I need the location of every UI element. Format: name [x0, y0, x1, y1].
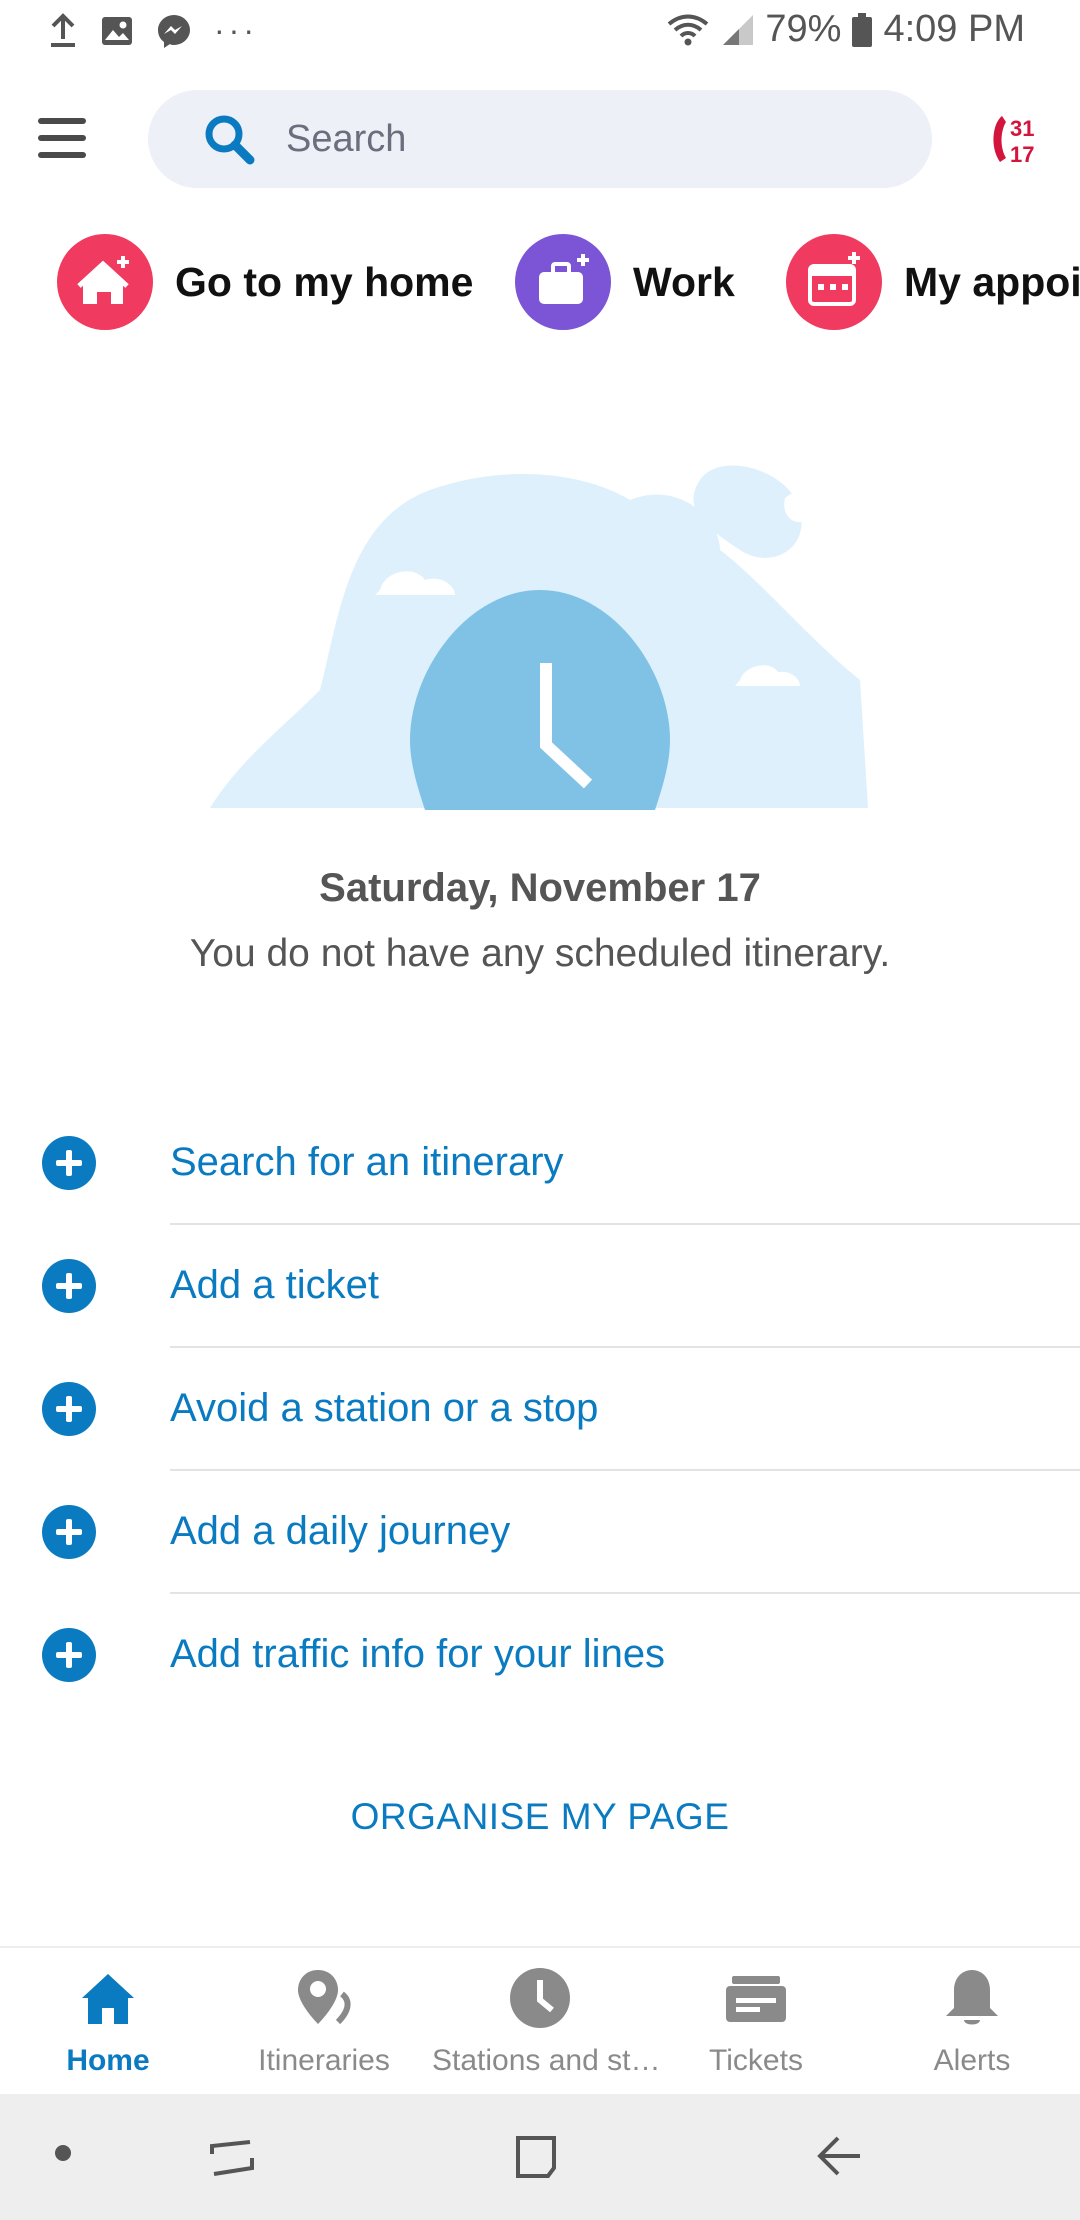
nav-alerts[interactable]: Alerts — [864, 1948, 1080, 2096]
add-circle-icon — [42, 1382, 96, 1436]
shortcut-label-home: Go to my home — [175, 258, 474, 305]
action-add-ticket[interactable]: Add a ticket — [0, 1225, 1080, 1348]
battery-icon — [852, 12, 873, 47]
shortcuts-row: Go to my home Work My appoi — [0, 232, 1080, 332]
bell-icon — [946, 1970, 998, 2025]
no-itinerary-message: You do not have any scheduled itinerary. — [189, 932, 891, 975]
clock-icon — [510, 1968, 570, 2028]
add-circle-icon — [42, 1628, 96, 1682]
clock-time: 4:09 PM — [883, 8, 1025, 50]
nav-stations[interactable]: Stations and st… — [432, 1948, 661, 2096]
status-bar: ··· 79% 4:09 PM — [0, 0, 1080, 66]
shortcut-appointments[interactable]: My appoi — [786, 232, 1080, 332]
battery-percent: 79% — [765, 8, 842, 50]
system-navigation-bar — [0, 2094, 1080, 2220]
action-label: Avoid a station or a stop — [170, 1386, 599, 1430]
nav-label-tickets: Tickets — [709, 2044, 803, 2077]
recent-apps-icon[interactable] — [208, 2134, 256, 2178]
image-icon — [102, 16, 132, 45]
action-search-itinerary[interactable]: Search for an itinerary — [0, 1102, 1080, 1225]
action-label: Add a daily journey — [170, 1509, 511, 1553]
action-label: Add a ticket — [170, 1263, 380, 1307]
screen: { "status_bar": { "dots": "···", "batter… — [0, 0, 1080, 2220]
organise-page-button[interactable]: ORGANISE MY PAGE — [0, 1796, 1080, 1838]
home-icon — [82, 1974, 134, 2024]
search-bar[interactable] — [148, 90, 932, 188]
shortcut-label-appointments: My appoi — [904, 258, 1080, 305]
schedule-date: Saturday, November 17 — [319, 866, 761, 910]
action-label: Add traffic info for your lines — [170, 1632, 666, 1676]
nav-label-home: Home — [66, 2044, 150, 2077]
menu-icon[interactable] — [38, 118, 86, 158]
home-plus-icon — [57, 234, 153, 330]
nav-itineraries[interactable]: Itineraries — [216, 1948, 432, 2096]
hotline-number-top: 31 — [1010, 116, 1034, 141]
empty-schedule-illustration — [210, 465, 868, 810]
search-input[interactable] — [286, 112, 886, 166]
nav-label-stations: Stations and st… — [432, 2044, 661, 2077]
shortcut-label-work: Work — [633, 258, 735, 305]
add-circle-icon — [42, 1505, 96, 1559]
bottom-navigation: Home Itineraries Stations and st… Ticket… — [0, 1946, 1080, 2094]
nav-tickets[interactable]: Tickets — [648, 1948, 864, 2096]
wifi-icon — [668, 14, 709, 45]
add-circle-icon — [42, 1259, 96, 1313]
more-notifications-icon: ··· — [214, 12, 258, 48]
calendar-plus-icon — [786, 234, 882, 330]
actions-list: Search for an itinerary Add a ticket Avo… — [0, 1102, 1080, 1717]
action-label: Search for an itinerary — [170, 1140, 564, 1184]
back-arrow-icon[interactable] — [816, 2134, 864, 2178]
nav-label-alerts: Alerts — [933, 2044, 1011, 2077]
add-circle-icon — [42, 1136, 96, 1190]
nav-home[interactable]: Home — [0, 1948, 216, 2096]
hotline-phone-icon[interactable]: 31 17 — [984, 112, 1048, 168]
signal-icon — [723, 14, 754, 45]
action-add-traffic-info[interactable]: Add traffic info for your lines — [0, 1594, 1080, 1717]
action-avoid-station[interactable]: Avoid a station or a stop — [0, 1348, 1080, 1471]
shortcut-work[interactable]: Work — [515, 232, 735, 332]
dot-icon[interactable] — [54, 2144, 72, 2162]
itinerary-pin-icon — [298, 1970, 351, 2025]
ticket-icon — [726, 1976, 786, 2022]
hotline-number-bottom: 17 — [1010, 142, 1034, 167]
upload-icon — [51, 12, 75, 47]
shortcut-home[interactable]: Go to my home — [57, 232, 473, 332]
briefcase-plus-icon — [515, 234, 611, 330]
messenger-icon — [158, 14, 190, 48]
search-icon — [205, 115, 255, 165]
nav-label-itineraries: Itineraries — [258, 2044, 390, 2077]
action-add-daily-journey[interactable]: Add a daily journey — [0, 1471, 1080, 1594]
home-square-icon[interactable] — [512, 2132, 560, 2182]
